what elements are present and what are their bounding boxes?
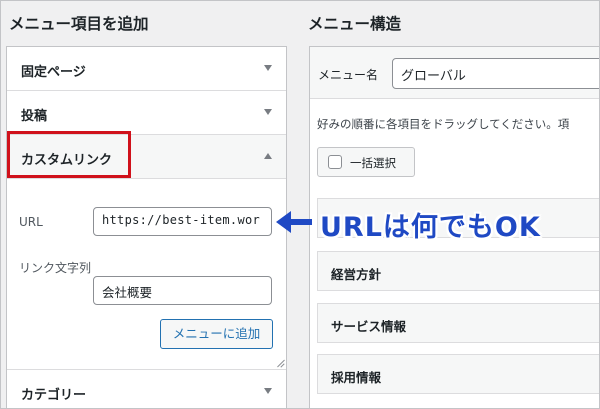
resize-grip-icon[interactable] — [276, 359, 284, 367]
section-posts-label: 投稿 — [21, 109, 48, 124]
bulk-select-checkbox[interactable] — [328, 155, 342, 169]
menu-item-label: サービス情報 — [331, 319, 407, 334]
add-menu-items-title: メニュー項目を追加 — [9, 15, 149, 33]
link-text-input[interactable]: 会社概要 — [93, 276, 272, 305]
section-categories[interactable]: カテゴリー — [7, 370, 286, 409]
menu-item-label: 経営方針 — [331, 267, 382, 282]
caret-down-icon[interactable] — [264, 65, 272, 71]
add-menu-items-accordion: 固定ページ 投稿 カスタムリンク URL https://best-item.w… — [6, 46, 287, 409]
section-pages[interactable]: 固定ページ — [7, 47, 286, 91]
caret-up-icon[interactable] — [264, 153, 272, 159]
link-text-label: リンク文字列 — [19, 261, 92, 275]
menu-item[interactable]: 経営方針 — [317, 251, 600, 291]
menu-name-input[interactable]: グローバル — [392, 58, 600, 89]
custom-link-form: URL https://best-item.wor リンク文字列 会社概要 メニ… — [7, 179, 286, 370]
annotation-text: URLは何でもOK — [320, 212, 541, 243]
arrow-shaft — [288, 219, 312, 225]
section-posts[interactable]: 投稿 — [7, 91, 286, 135]
section-custom-links-label: カスタムリンク — [21, 153, 113, 168]
drag-instructions: 好みの順番に各項目をドラッグしてください。項 — [317, 117, 570, 131]
section-custom-links[interactable]: カスタムリンク — [7, 135, 286, 179]
menu-item-label: 採用情報 — [331, 370, 382, 385]
add-to-menu-button[interactable]: メニューに追加 — [160, 319, 273, 349]
section-categories-label: カテゴリー — [21, 388, 87, 403]
url-annotation: URLは何でもOK — [276, 202, 598, 243]
url-label: URL — [19, 215, 43, 229]
menu-name-label: メニュー名 — [318, 68, 379, 82]
menu-structure-title: メニュー構造 — [308, 15, 402, 33]
url-input[interactable]: https://best-item.wor — [93, 207, 272, 236]
menu-name-bar: メニュー名 グローバル — [310, 47, 600, 99]
bulk-select-button[interactable]: 一括選択 — [317, 147, 415, 177]
caret-down-icon[interactable] — [264, 388, 272, 394]
section-pages-label: 固定ページ — [21, 65, 86, 80]
caret-down-icon[interactable] — [264, 109, 272, 115]
menu-item[interactable]: サービス情報 — [317, 303, 600, 343]
menu-item[interactable]: 採用情報 — [317, 354, 600, 394]
bulk-select-label: 一括選択 — [350, 156, 396, 170]
